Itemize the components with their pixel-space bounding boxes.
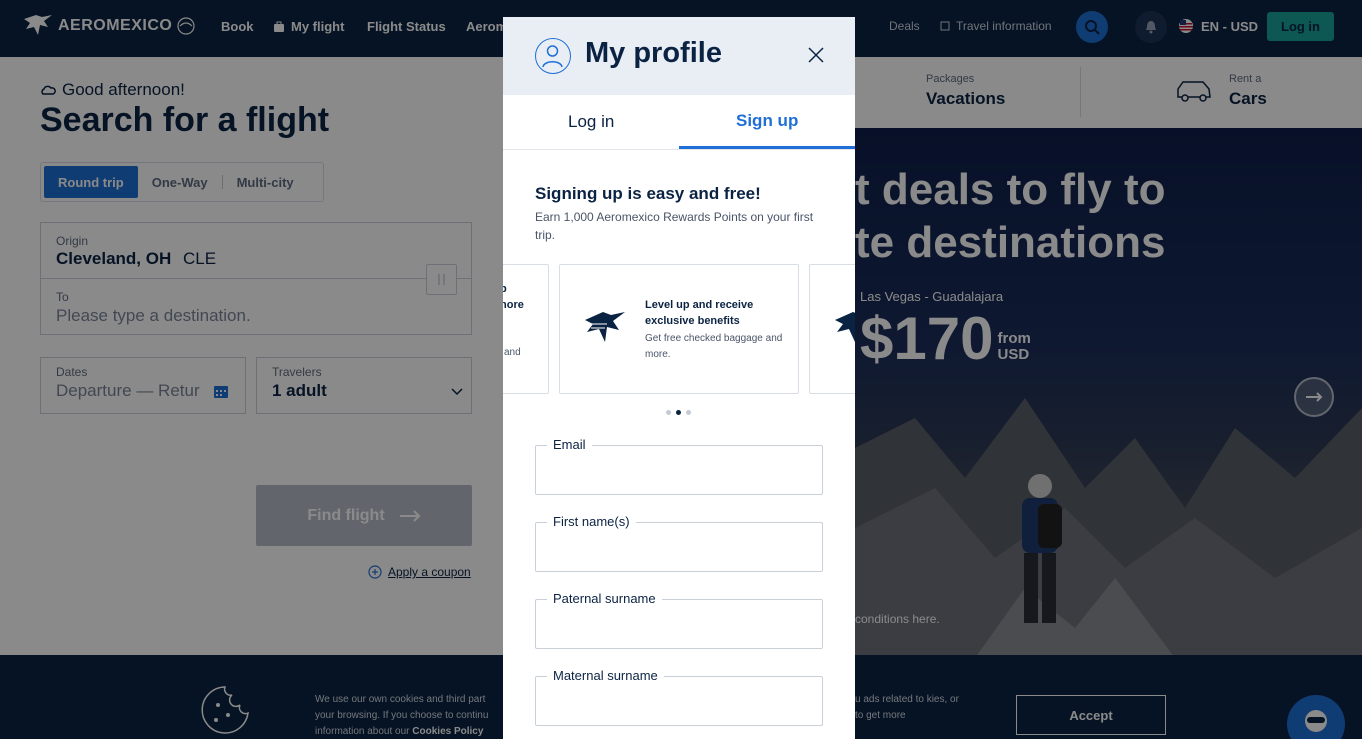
maternal-surname-field[interactable]: Maternal surname: [535, 668, 823, 726]
benefit-card-title: Level up and receive exclusive benefits: [645, 299, 754, 327]
carousel-dot-2[interactable]: [676, 410, 681, 415]
carousel-dot-3[interactable]: [686, 410, 691, 415]
benefit-card-previous-title: p nore: [503, 283, 524, 311]
user-icon: [542, 45, 563, 68]
tab-signup[interactable]: Sign up: [736, 111, 798, 131]
maternal-surname-input[interactable]: [536, 677, 822, 725]
active-tab-indicator: [679, 146, 855, 149]
modal-title: My profile: [585, 37, 722, 69]
email-field[interactable]: Email: [535, 437, 823, 495]
carousel-dot-1[interactable]: [666, 410, 671, 415]
tab-login[interactable]: Log in: [568, 112, 614, 132]
benefit-card-body: Get free checked baggage and more.: [645, 333, 783, 360]
user-avatar: [535, 38, 571, 74]
eagle-knight-icon: [585, 312, 625, 342]
paternal-surname-input[interactable]: [536, 600, 822, 648]
profile-modal: My profile Log in Sign up Signing up is …: [503, 17, 855, 739]
benefit-card-next: [809, 264, 855, 394]
carousel-dots: [666, 410, 691, 415]
eagle-knight-icon: [835, 312, 855, 342]
signup-subtitle: Earn 1,000 Aeromexico Rewards Points on …: [535, 210, 814, 242]
modal-header: My profile: [503, 17, 855, 95]
email-input[interactable]: [536, 446, 822, 494]
auth-tabs: Log in Sign up: [503, 95, 855, 150]
first-name-input[interactable]: [536, 523, 822, 571]
close-icon[interactable]: [808, 47, 824, 63]
first-name-field[interactable]: First name(s): [535, 514, 823, 572]
benefit-card: Level up and receive exclusive benefits …: [559, 264, 799, 394]
benefit-card-previous: p nore and: [503, 264, 549, 394]
paternal-surname-field[interactable]: Paternal surname: [535, 591, 823, 649]
signup-title: Signing up is easy and free!: [535, 184, 761, 203]
benefit-card-previous-body: and: [504, 347, 521, 358]
